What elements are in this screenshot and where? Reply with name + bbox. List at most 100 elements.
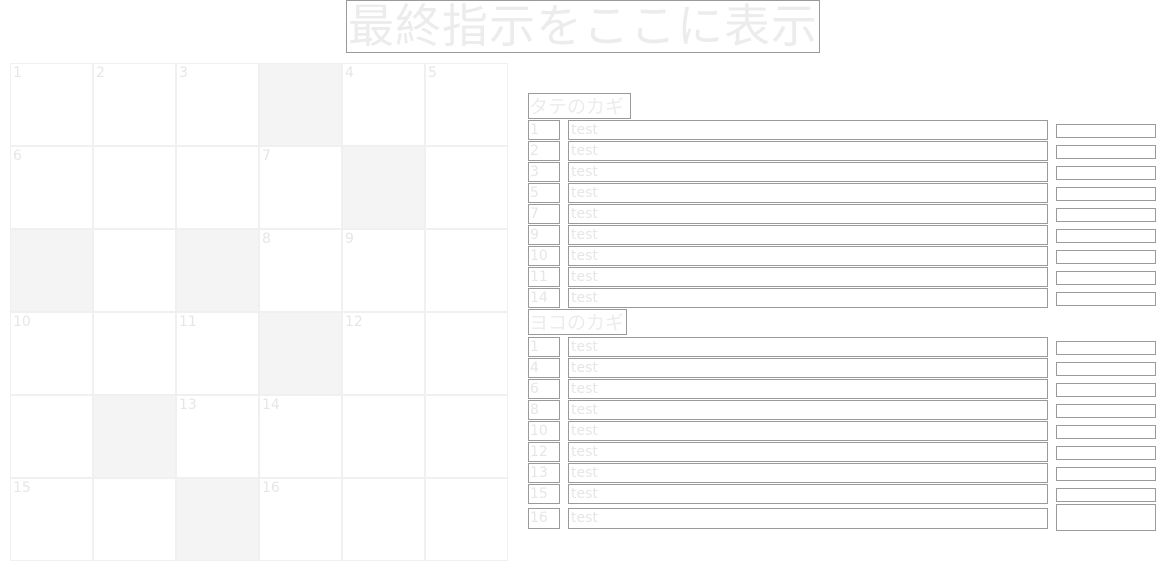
down-clue-answer-field[interactable]	[1056, 208, 1156, 222]
down-clue-answer-field[interactable]	[1056, 187, 1156, 201]
grid-cell[interactable]: 13	[176, 395, 259, 478]
grid-cell[interactable]	[93, 146, 176, 229]
down-clue-row: 3 test	[528, 162, 1156, 182]
across-clue-text[interactable]: test	[568, 442, 1048, 462]
across-clue-text[interactable]: test	[568, 421, 1048, 441]
grid-cell[interactable]	[425, 312, 508, 395]
grid-cell[interactable]	[425, 395, 508, 478]
across-clue-answer-field[interactable]	[1056, 341, 1156, 355]
down-clue-row: 7 test	[528, 204, 1156, 224]
grid-cell[interactable]	[342, 395, 425, 478]
down-clue-answer-field[interactable]	[1056, 166, 1156, 180]
grid-cell[interactable]: 12	[342, 312, 425, 395]
across-clue-answer-field[interactable]	[1056, 446, 1156, 460]
down-clue-text[interactable]: test	[568, 162, 1048, 182]
down-clue-answer-field[interactable]	[1056, 124, 1156, 138]
down-clue-answer-field[interactable]	[1056, 292, 1156, 306]
down-clue-text[interactable]: test	[568, 204, 1048, 224]
down-clue-number: 2	[528, 141, 560, 161]
grid-cell[interactable]: 6	[10, 146, 93, 229]
grid-cell-number: 5	[428, 65, 437, 81]
down-clue-answer-field[interactable]	[1056, 271, 1156, 285]
grid-cell[interactable]: 1	[10, 63, 93, 146]
across-clue-text[interactable]: test	[568, 508, 1048, 529]
across-clue-answer-field[interactable]	[1056, 467, 1156, 481]
grid-cell[interactable]: 10	[10, 312, 93, 395]
across-clue-row: 16 test	[528, 504, 1156, 531]
down-clue-row: 11 test	[528, 267, 1156, 287]
grid-cell[interactable]: 14	[259, 395, 342, 478]
grid-cell[interactable]	[342, 478, 425, 561]
across-clue-text[interactable]: test	[568, 379, 1048, 399]
down-clue-text[interactable]: test	[568, 288, 1048, 308]
grid-cell-number: 16	[262, 480, 280, 496]
across-clue-answer-field[interactable]	[1056, 362, 1156, 376]
across-clue-row: 6 test	[528, 379, 1156, 399]
across-clue-number: 13	[528, 463, 560, 483]
across-clue-row: 15 test	[528, 484, 1156, 504]
grid-cell[interactable]: 15	[10, 478, 93, 561]
across-clue-text[interactable]: test	[568, 463, 1048, 483]
grid-cell-number: 6	[13, 148, 22, 164]
grid-cell[interactable]	[425, 478, 508, 561]
down-clue-text[interactable]: test	[568, 225, 1048, 245]
grid-cell[interactable]	[93, 229, 176, 312]
grid-cell-black	[176, 478, 259, 561]
grid-cell-black	[259, 312, 342, 395]
down-clue-number: 1	[528, 120, 560, 140]
grid-cell[interactable]: 11	[176, 312, 259, 395]
grid-cell[interactable]: 7	[259, 146, 342, 229]
grid-cell-number: 11	[179, 314, 197, 330]
grid-cell-number: 10	[13, 314, 31, 330]
grid-cell[interactable]: 3	[176, 63, 259, 146]
down-clue-number: 11	[528, 267, 560, 287]
across-clue-answer-field[interactable]	[1056, 488, 1156, 502]
final-instruction-title: 最終指示をここに表示	[346, 0, 820, 53]
down-clue-text[interactable]: test	[568, 246, 1048, 266]
down-clue-text[interactable]: test	[568, 141, 1048, 161]
across-clue-number: 6	[528, 379, 560, 399]
down-clue-row: 1 test	[528, 120, 1156, 140]
grid-cell[interactable]	[93, 478, 176, 561]
down-clue-answer-field[interactable]	[1056, 145, 1156, 159]
down-clue-text[interactable]: test	[568, 267, 1048, 287]
grid-cell[interactable]: 4	[342, 63, 425, 146]
across-clue-answer-field[interactable]	[1056, 504, 1156, 531]
grid-cell[interactable]	[425, 229, 508, 312]
across-clue-text[interactable]: test	[568, 484, 1048, 504]
across-clue-answer-field[interactable]	[1056, 383, 1156, 397]
down-clue-text[interactable]: test	[568, 120, 1048, 140]
grid-cell[interactable]	[93, 312, 176, 395]
grid-cell[interactable]	[10, 395, 93, 478]
down-clue-answer-field[interactable]	[1056, 229, 1156, 243]
across-clue-text[interactable]: test	[568, 337, 1048, 357]
down-clue-number: 14	[528, 288, 560, 308]
across-clue-number: 15	[528, 484, 560, 504]
down-clue-answer-field[interactable]	[1056, 250, 1156, 264]
down-clue-number: 10	[528, 246, 560, 266]
across-clue-answer-field[interactable]	[1056, 425, 1156, 439]
across-clue-text[interactable]: test	[568, 400, 1048, 420]
across-clue-number: 12	[528, 442, 560, 462]
grid-cell-black	[10, 229, 93, 312]
down-clue-number: 9	[528, 225, 560, 245]
down-clue-number: 7	[528, 204, 560, 224]
down-clue-text[interactable]: test	[568, 183, 1048, 203]
grid-cell[interactable]	[425, 146, 508, 229]
across-clue-answer-field[interactable]	[1056, 404, 1156, 418]
grid-cell[interactable]	[176, 146, 259, 229]
grid-cell-black	[93, 395, 176, 478]
across-clue-text[interactable]: test	[568, 358, 1048, 378]
grid-cell[interactable]: 5	[425, 63, 508, 146]
grid-cell-black	[176, 229, 259, 312]
grid-cell[interactable]: 9	[342, 229, 425, 312]
down-clue-row: 14 test	[528, 288, 1156, 308]
down-clue-row: 2 test	[528, 141, 1156, 161]
grid-cell[interactable]: 8	[259, 229, 342, 312]
grid-cell[interactable]: 16	[259, 478, 342, 561]
grid-cell-number: 15	[13, 480, 31, 496]
across-clue-number: 8	[528, 400, 560, 420]
across-clue-row: 1 test	[528, 337, 1156, 357]
grid-cell[interactable]: 2	[93, 63, 176, 146]
across-clue-number: 10	[528, 421, 560, 441]
